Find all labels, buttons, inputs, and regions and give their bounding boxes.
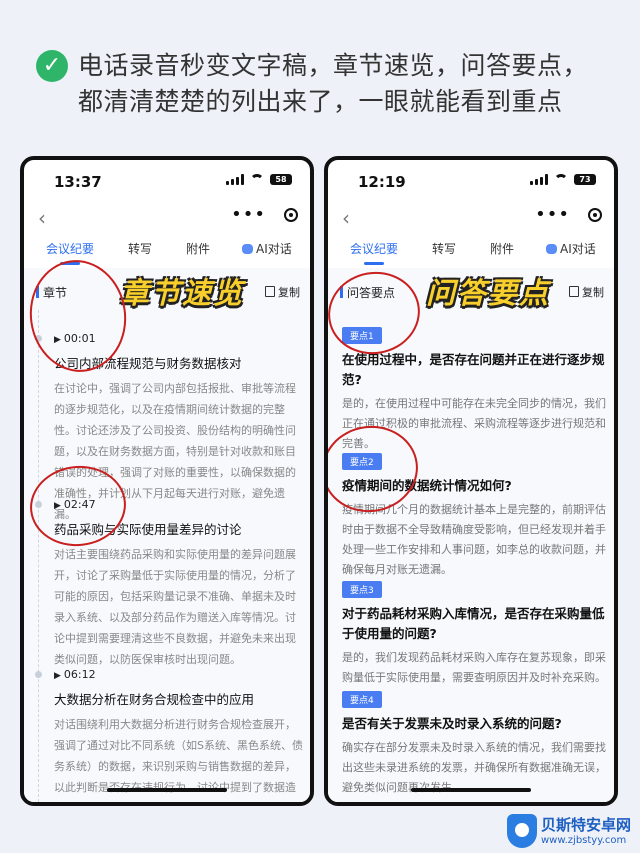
nav-bar: ‹ ••• bbox=[328, 200, 614, 234]
chapter-body: 对话主要围绕药品采购和实际使用量的差异问题展开，讨论了采购量低于实际使用量的情况… bbox=[54, 548, 296, 666]
record-icon[interactable] bbox=[588, 208, 602, 222]
copy-icon bbox=[569, 286, 579, 297]
battery-icon: 73 bbox=[574, 174, 596, 185]
wifi-icon bbox=[554, 174, 568, 185]
tab-ai-chat-label: AI对话 bbox=[560, 242, 596, 256]
copy-label: 复制 bbox=[278, 286, 300, 299]
copy-button[interactable]: 复制 bbox=[569, 284, 604, 300]
back-icon[interactable]: ‹ bbox=[38, 206, 46, 230]
battery-icon: 58 bbox=[270, 174, 292, 185]
phone-chapters: 13:37 58 ‹ ••• 会议纪要 转写 附件 AI对话 章节 复制 章节速… bbox=[20, 156, 314, 806]
robot-icon bbox=[546, 244, 557, 254]
tab-minutes[interactable]: 会议纪要 bbox=[350, 240, 398, 265]
tab-transcript[interactable]: 转写 bbox=[432, 240, 456, 257]
watermark-name: 贝斯特安卓网 bbox=[541, 816, 632, 834]
tab-transcript[interactable]: 转写 bbox=[128, 240, 152, 257]
timeline bbox=[38, 310, 40, 802]
qa-item: 要点4 是否有关于发票未及时录入系统的问题? 确实存在部分发票未及时录入系统的情… bbox=[342, 688, 607, 798]
home-indicator bbox=[107, 788, 227, 792]
record-icon[interactable] bbox=[284, 208, 298, 222]
chapter-time[interactable]: 06:12 bbox=[54, 668, 304, 681]
status-time: 12:19 bbox=[358, 173, 406, 191]
qa-question: 在使用过程中，是否存在问题并正在进行逐步规范? bbox=[342, 352, 605, 387]
status-bar: 13:37 58 bbox=[24, 160, 310, 200]
headline-line-2: 都清清楚楚的列出来了，一眼就能看到重点 bbox=[78, 87, 563, 116]
banner-chapters: 章节速览 bbox=[120, 276, 245, 310]
qa-badge: 要点3 bbox=[342, 581, 382, 598]
tab-attachments[interactable]: 附件 bbox=[186, 240, 210, 257]
headline-line-1: 电话录音秒变文字稿，章节速览，问答要点， bbox=[78, 51, 589, 80]
copy-icon bbox=[265, 286, 275, 297]
back-icon[interactable]: ‹ bbox=[342, 206, 350, 230]
status-time: 13:37 bbox=[54, 173, 102, 191]
tab-minutes[interactable]: 会议纪要 bbox=[46, 240, 94, 265]
signal-icon bbox=[226, 174, 244, 185]
tab-ai-chat[interactable]: AI对话 bbox=[242, 240, 292, 257]
qa-answer: 是的，我们发现药品耗材采购入库存在复苏现象，即采购量低于实际使用量，需要查明原因… bbox=[342, 651, 606, 684]
banner-qa: 问答要点 bbox=[426, 276, 551, 310]
wifi-icon bbox=[250, 174, 264, 185]
qa-answer: 疫情期间几个月的数据统计基本上是完整的，前期评估时由于数据不全导致精确度受影响，… bbox=[342, 503, 606, 576]
watermark: 贝斯特安卓网 www.zjbstyy.com bbox=[507, 812, 637, 852]
status-bar: 12:19 73 bbox=[328, 160, 614, 200]
chapter-title: 大数据分析在财务合规检查中的应用 bbox=[54, 692, 255, 707]
chapter-body: 对话围绕利用大数据分析进行财务合规检查展开，强调了通过对比不同系统（如S系统、黑… bbox=[54, 718, 303, 794]
signal-icon bbox=[530, 174, 548, 185]
tab-ai-chat[interactable]: AI对话 bbox=[546, 240, 596, 257]
tab-ai-chat-label: AI对话 bbox=[256, 242, 292, 256]
nav-bar: ‹ ••• bbox=[24, 200, 310, 234]
phone-qa: 12:19 73 ‹ ••• 会议纪要 转写 附件 AI对话 问答要点 复制 问… bbox=[324, 156, 618, 806]
more-icon[interactable]: ••• bbox=[535, 204, 570, 225]
watermark-url: www.zjbstyy.com bbox=[541, 835, 627, 846]
home-indicator bbox=[411, 788, 531, 792]
qa-question: 是否有关于发票未及时录入系统的问题? bbox=[342, 716, 562, 731]
qa-question: 对于药品耗材采购入库情况，是否存在采购量低于使用量的问题? bbox=[342, 606, 605, 641]
robot-icon bbox=[242, 244, 253, 254]
qa-badge: 要点4 bbox=[342, 691, 382, 708]
tab-attachments[interactable]: 附件 bbox=[490, 240, 514, 257]
tab-bar: 会议纪要 转写 附件 AI对话 bbox=[328, 236, 614, 270]
copy-label: 复制 bbox=[582, 286, 604, 299]
shield-logo-icon bbox=[507, 814, 537, 848]
check-icon: ✓ bbox=[36, 50, 68, 82]
more-icon[interactable]: ••• bbox=[231, 204, 266, 225]
chapter-item[interactable]: 06:12 大数据分析在财务合规检查中的应用 对话围绕利用大数据分析进行财务合规… bbox=[35, 668, 304, 802]
qa-item: 要点3 对于药品耗材采购入库情况，是否存在采购量低于使用量的问题? 是的，我们发… bbox=[342, 578, 607, 688]
copy-button[interactable]: 复制 bbox=[265, 284, 300, 300]
